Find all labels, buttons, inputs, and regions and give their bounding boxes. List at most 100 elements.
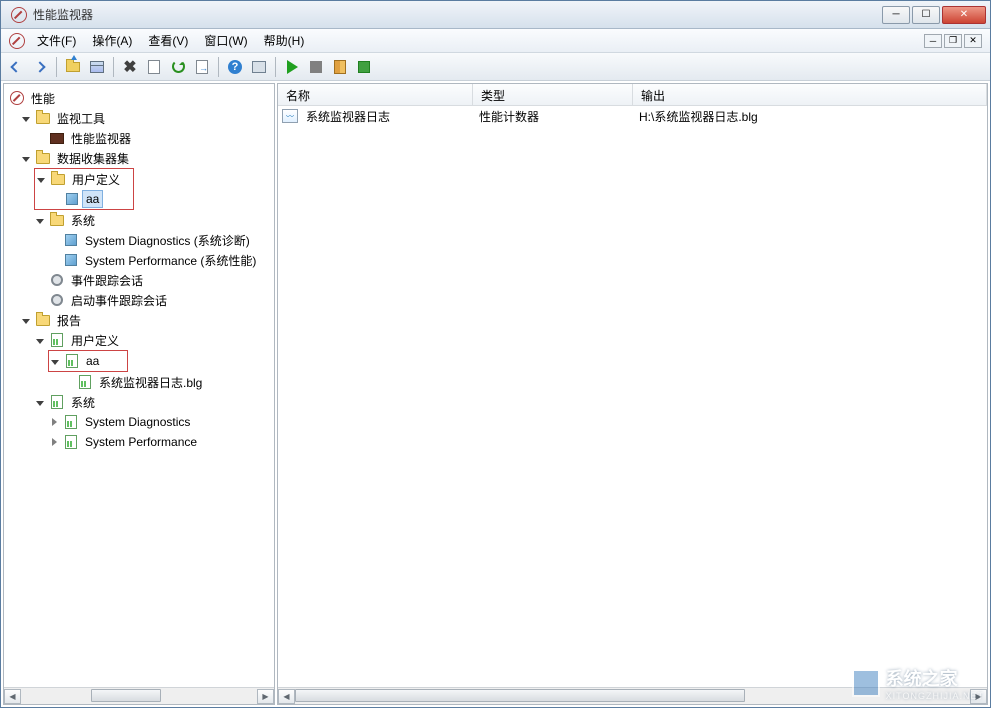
tree-monitor-tools[interactable]: 监视工具 xyxy=(6,108,272,128)
scroll-left-button[interactable]: ◀ xyxy=(278,689,295,704)
menu-view[interactable]: 查看(V) xyxy=(140,29,196,52)
menu-window[interactable]: 窗口(W) xyxy=(196,29,255,52)
maximize-button[interactable]: ☐ xyxy=(912,6,940,24)
arrow-left-icon xyxy=(10,61,21,72)
expand-icon[interactable] xyxy=(52,418,57,426)
menu-file[interactable]: 文件(F) xyxy=(29,29,84,52)
delete-button[interactable]: ✖ xyxy=(119,56,141,78)
tree-rpt-user-defined[interactable]: 用户定义 xyxy=(6,330,272,350)
console-tree-button[interactable] xyxy=(86,56,108,78)
mdi-buttons: ─ ❐ ✕ xyxy=(924,34,986,48)
cube-icon xyxy=(65,234,77,246)
expand-icon[interactable] xyxy=(22,117,30,122)
tool-button[interactable] xyxy=(248,56,270,78)
minimize-button[interactable]: ─ xyxy=(882,6,910,24)
watermark-sub: XITONGZHIJIA.NET xyxy=(886,691,984,701)
col-name[interactable]: 名称 xyxy=(278,84,473,105)
separator xyxy=(218,57,219,77)
scroll-left-button[interactable]: ◀ xyxy=(4,689,21,704)
menu-action[interactable]: 操作(A) xyxy=(84,29,140,52)
expand-icon[interactable] xyxy=(36,401,44,406)
mdi-restore[interactable]: ❐ xyxy=(944,34,962,48)
tree-rpt-log[interactable]: 系统监视器日志.blg xyxy=(6,372,272,392)
tree-root[interactable]: 性能 xyxy=(6,88,272,108)
titlebar: 性能监视器 ─ ☐ ✕ xyxy=(1,1,990,29)
refresh-button[interactable] xyxy=(167,56,189,78)
report-icon xyxy=(65,435,77,449)
tree-user-defined[interactable]: 用户定义 xyxy=(35,169,133,189)
tree-rpt-aa[interactable]: aa xyxy=(49,351,127,371)
tree-label: aa xyxy=(83,353,102,369)
tree-rpt-system[interactable]: 系统 xyxy=(6,392,272,412)
menu-help[interactable]: 帮助(H) xyxy=(256,29,313,52)
tree-view[interactable]: 性能 监视工具 性能监视器 数据收集器集 xyxy=(4,84,274,687)
save-button[interactable] xyxy=(353,56,375,78)
scroll-right-button[interactable]: ▶ xyxy=(257,689,274,704)
folder-up-icon xyxy=(66,62,80,72)
col-type[interactable]: 类型 xyxy=(473,84,633,105)
separator xyxy=(275,57,276,77)
expand-icon[interactable] xyxy=(22,157,30,162)
stop-icon xyxy=(310,61,322,73)
up-button[interactable] xyxy=(62,56,84,78)
export-icon xyxy=(196,60,208,74)
tree-root-label: 性能 xyxy=(28,89,58,108)
chart-icon xyxy=(282,109,298,123)
tree-label: 事件跟踪会话 xyxy=(68,271,146,290)
tree-system[interactable]: 系统 xyxy=(6,210,272,230)
col-output[interactable]: 输出 xyxy=(633,84,987,105)
tree-startup-event[interactable]: 启动事件跟踪会话 xyxy=(6,290,272,310)
list-body[interactable]: 系统监视器日志 性能计数器 H:\系统监视器日志.blg xyxy=(278,106,987,687)
tree-data-collector-sets[interactable]: 数据收集器集 xyxy=(6,148,272,168)
tool-icon xyxy=(252,61,266,73)
app-icon xyxy=(11,7,27,23)
stop-button[interactable] xyxy=(305,56,327,78)
help-button[interactable]: ? xyxy=(224,56,246,78)
tree-sys-diag[interactable]: System Diagnostics (系统诊断) xyxy=(6,230,272,250)
list-row[interactable]: 系统监视器日志 性能计数器 H:\系统监视器日志.blg xyxy=(278,106,987,126)
tree-label: 启动事件跟踪会话 xyxy=(68,291,170,310)
scroll-thumb[interactable] xyxy=(295,689,745,702)
scroll-thumb[interactable] xyxy=(91,689,161,702)
refresh-icon xyxy=(172,60,185,73)
tree-label: System Performance xyxy=(82,434,200,450)
list-header: 名称 类型 输出 xyxy=(278,84,987,106)
mdi-minimize[interactable]: ─ xyxy=(924,34,942,48)
export-button[interactable] xyxy=(191,56,213,78)
tree-hscroll[interactable]: ◀ ▶ xyxy=(4,687,274,704)
expand-icon[interactable] xyxy=(22,319,30,324)
close-button[interactable]: ✕ xyxy=(942,6,986,24)
start-button[interactable] xyxy=(281,56,303,78)
folder-icon xyxy=(50,215,64,226)
tree-sys-perf[interactable]: System Performance (系统性能) xyxy=(6,250,272,270)
tree-rpt-sys-perf[interactable]: System Performance xyxy=(6,432,272,452)
expand-icon[interactable] xyxy=(52,438,57,446)
scroll-track[interactable] xyxy=(21,689,257,704)
report-icon xyxy=(66,354,78,368)
folder-icon xyxy=(51,174,65,185)
watermark: 系统之家 XITONGZHIJIA.NET xyxy=(852,665,984,701)
view-log-button[interactable] xyxy=(329,56,351,78)
tree-perf-monitor[interactable]: 性能监视器 xyxy=(6,128,272,148)
back-button[interactable] xyxy=(5,56,27,78)
tree-label: 数据收集器集 xyxy=(54,149,132,168)
tree-reports[interactable]: 报告 xyxy=(6,310,272,330)
tree-rpt-sys-diag[interactable]: System Diagnostics xyxy=(6,412,272,432)
monitor-icon xyxy=(50,133,64,144)
expand-icon[interactable] xyxy=(37,178,45,183)
tree-event-trace[interactable]: 事件跟踪会话 xyxy=(6,270,272,290)
tree-label: 系统 xyxy=(68,393,98,412)
tree-label: 用户定义 xyxy=(69,170,123,189)
tree-aa[interactable]: aa xyxy=(35,189,133,209)
expand-icon[interactable] xyxy=(36,219,44,224)
expand-icon[interactable] xyxy=(51,360,59,365)
perf-icon xyxy=(10,91,24,105)
play-icon xyxy=(287,60,298,74)
properties-button[interactable] xyxy=(143,56,165,78)
forward-button[interactable] xyxy=(29,56,51,78)
cell-type: 性能计数器 xyxy=(471,106,631,127)
expand-icon[interactable] xyxy=(36,339,44,344)
page-icon xyxy=(148,60,160,74)
mdi-close[interactable]: ✕ xyxy=(964,34,982,48)
separator xyxy=(56,57,57,77)
